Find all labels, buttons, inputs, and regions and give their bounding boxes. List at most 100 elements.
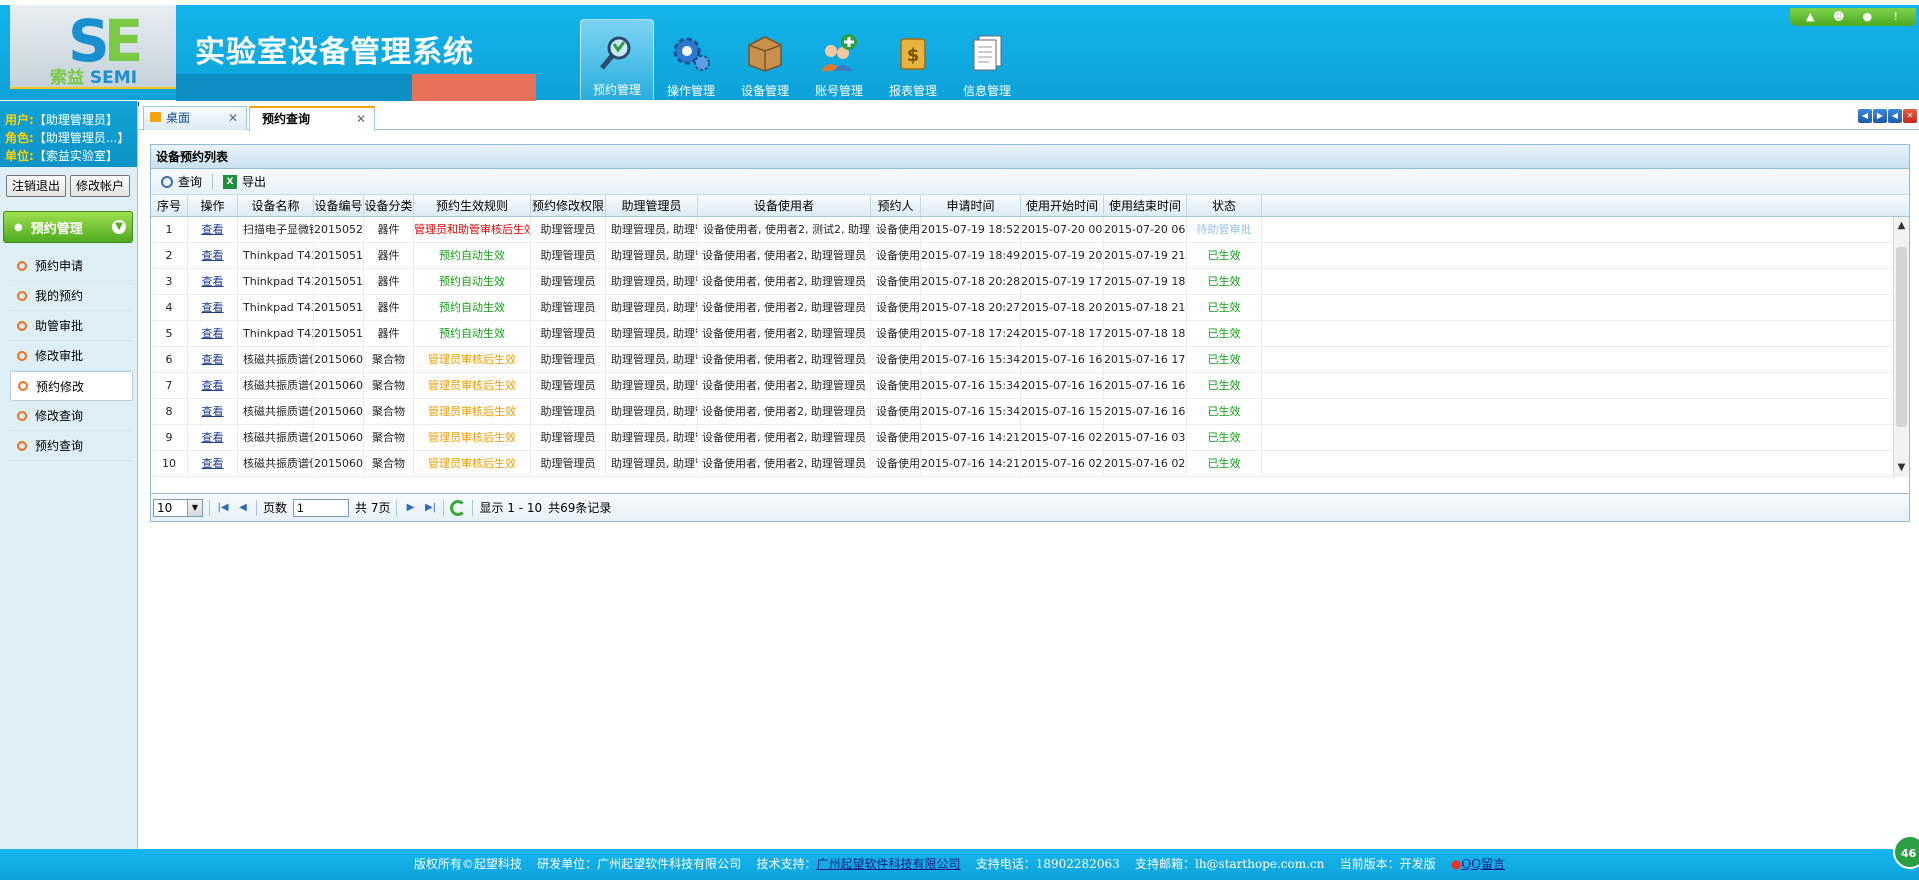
table-row[interactable]: 8 查看 核磁共振质谱仪20150606聚合物管理员审核后生效助理管理员助理管理员,…: [151, 399, 1909, 425]
nav-reservation-management[interactable]: 预约管理: [580, 19, 654, 103]
col-users-cell: 设备使用者, 使用者2, 助理管理员: [698, 451, 871, 476]
col-status-cell: 已生效: [1187, 399, 1262, 424]
edit-account-button[interactable]: 修改帐户: [70, 175, 131, 197]
col-operation-header[interactable]: 操作: [188, 195, 238, 216]
col-status-cell: 已生效: [1187, 321, 1262, 346]
view-link[interactable]: 查看: [202, 457, 224, 470]
col-assistant-header[interactable]: 助理管理员: [606, 195, 698, 216]
scroll-right-icon[interactable]: ▶: [1873, 109, 1887, 123]
view-link[interactable]: 查看: [202, 223, 224, 236]
tab-reservation-query[interactable]: 预约查询 ✕: [249, 106, 375, 131]
col-users-cell: 设备使用者, 使用者2, 助理管理员: [698, 295, 871, 320]
chevron-down-icon[interactable]: ▼: [112, 220, 126, 234]
col-rule-header[interactable]: 预约生效规则: [414, 195, 531, 216]
tab-first-icon[interactable]: ◀: [1888, 109, 1902, 123]
view-link[interactable]: 查看: [202, 275, 224, 288]
sidebar-item-modify-query[interactable]: 修改查询: [10, 401, 133, 431]
view-link[interactable]: 查看: [202, 353, 224, 366]
col-equipment-name-header[interactable]: 设备名称: [238, 195, 314, 216]
first-page-icon[interactable]: |◀: [216, 501, 230, 515]
col-permission-header[interactable]: 预约修改权限: [531, 195, 606, 216]
sidebar-item-assistant-approval[interactable]: 助管审批: [10, 311, 133, 341]
col-status-header[interactable]: 状态: [1187, 195, 1262, 216]
info-icon[interactable]: !: [1889, 11, 1903, 23]
sidebar-item-my-reservations[interactable]: 我的预约: [10, 281, 133, 311]
logo-semi: SEMI: [89, 68, 138, 88]
view-link[interactable]: 查看: [202, 249, 224, 262]
table-row[interactable]: 2 查看 Thinkpad T430u20150518器件预约自动生效助理管理员助理…: [151, 243, 1909, 269]
footer-qq-link[interactable]: QQ留言: [1461, 857, 1505, 871]
export-button[interactable]: X 导出: [219, 172, 270, 192]
col-equipment-name-cell: Thinkpad T430u: [238, 243, 314, 268]
col-operation-cell: 查看: [188, 373, 238, 398]
table-row[interactable]: 10 查看 核磁共振质谱仪20150606聚合物管理员审核后生效助理管理员助理管理员…: [151, 451, 1909, 477]
next-page-icon[interactable]: ▶: [403, 501, 417, 515]
footer-support-link[interactable]: 广州起望软件科技有限公司: [816, 857, 960, 871]
last-page-icon[interactable]: ▶|: [423, 501, 437, 515]
sidebar-item-reservation-modify[interactable]: 预约修改: [10, 371, 133, 401]
nav-report-management[interactable]: $ 报表管理: [876, 19, 950, 103]
col-category-cell: 聚合物: [364, 373, 414, 398]
table-row[interactable]: 1 查看 扫描电子显微镜20150525器件管理员和助管审核后生效助理管理员助理管理…: [151, 217, 1909, 243]
scroll-up-icon[interactable]: ▲: [1894, 217, 1909, 235]
col-applicant-cell: 设备使用者: [871, 321, 921, 346]
view-link[interactable]: 查看: [202, 301, 224, 314]
view-link[interactable]: 查看: [202, 431, 224, 444]
view-link[interactable]: 查看: [202, 379, 224, 392]
view-link[interactable]: 查看: [202, 327, 224, 340]
sidebar-item-modify-approval[interactable]: 修改审批: [10, 341, 133, 371]
tab-desktop[interactable]: 桌面 ✕: [143, 106, 247, 130]
qq-icon[interactable]: ●: [1860, 11, 1874, 23]
scroll-down-icon[interactable]: ▼: [1894, 459, 1909, 477]
shirt-icon[interactable]: ▲: [1803, 11, 1817, 23]
col-no-cell: 3: [151, 269, 188, 294]
prev-page-icon[interactable]: ◀: [236, 501, 250, 515]
view-link[interactable]: 查看: [202, 405, 224, 418]
floating-badge[interactable]: 46: [1893, 835, 1919, 869]
logout-button[interactable]: 注销退出: [6, 175, 67, 197]
sidebar-item-reservation-query[interactable]: 预约查询: [10, 431, 133, 461]
col-applicant-cell: 设备使用者: [871, 399, 921, 424]
table-row[interactable]: 3 查看 Thinkpad T430u20150518器件预约自动生效助理管理员助理…: [151, 269, 1909, 295]
col-apply-time-cell: 2015-07-19 18:52:10: [921, 217, 1021, 242]
table-row[interactable]: 9 查看 核磁共振质谱仪20150606聚合物管理员审核后生效助理管理员助理管理员,…: [151, 425, 1909, 451]
nav-info-management[interactable]: 信息管理: [950, 19, 1024, 103]
user-info: 用户:【助理管理员】 角色:【助理管理员...】 单位:【索益实验室】: [0, 101, 137, 167]
col-end-time-header[interactable]: 使用结束时间: [1104, 195, 1187, 216]
close-icon[interactable]: ✕: [228, 107, 238, 129]
scroll-thumb[interactable]: [1896, 247, 1907, 427]
sidebar-item-reservation-apply[interactable]: 预约申请: [10, 251, 133, 281]
nav-account-management[interactable]: 账号管理: [802, 19, 876, 103]
table-row[interactable]: 6 查看 核磁共振质谱仪20150606聚合物管理员审核后生效助理管理员助理管理员,…: [151, 347, 1909, 373]
col-equipment-code-header[interactable]: 设备编号: [314, 195, 364, 216]
query-button[interactable]: 查询: [157, 172, 206, 192]
table-row[interactable]: 5 查看 Thinkpad T430u20150518器件预约自动生效助理管理员助理…: [151, 321, 1909, 347]
col-users-header[interactable]: 设备使用者: [698, 195, 871, 216]
table-row[interactable]: 4 查看 Thinkpad T430u20150518器件预约自动生效助理管理员助理…: [151, 295, 1909, 321]
col-no-header[interactable]: 序号: [151, 195, 188, 216]
users-icon[interactable]: ☻: [1832, 11, 1846, 23]
col-start-time-header[interactable]: 使用开始时间: [1021, 195, 1104, 216]
col-apply-time-header[interactable]: 申请时间: [921, 195, 1021, 216]
vertical-scrollbar[interactable]: ▲ ▼: [1893, 217, 1909, 477]
col-equipment-name-cell: Thinkpad T430u: [238, 295, 314, 320]
menu-header[interactable]: ● 预约管理 ▼: [3, 211, 133, 243]
page-number-input[interactable]: [293, 498, 350, 517]
col-no-cell: 7: [151, 373, 188, 398]
close-icon[interactable]: ✕: [356, 108, 366, 130]
col-start-time-cell: 2015-07-16 02:00: [1021, 451, 1104, 476]
col-apply-time-cell: 2015-07-16 14:21:55: [921, 425, 1021, 450]
col-users-cell: 设备使用者, 使用者2, 助理管理员: [698, 321, 871, 346]
sidebar-item-label: 修改审批: [35, 349, 84, 363]
col-category-header[interactable]: 设备分类: [364, 195, 414, 216]
scroll-left-icon[interactable]: ◀: [1858, 109, 1872, 123]
close-all-icon[interactable]: ✕: [1903, 109, 1917, 123]
table-row[interactable]: 7 查看 核磁共振质谱仪20150606聚合物管理员审核后生效助理管理员助理管理员,…: [151, 373, 1909, 399]
nav-operation-management[interactable]: 操作管理: [654, 19, 728, 103]
nav-equipment-management[interactable]: 设备管理: [728, 19, 802, 103]
col-applicant-header[interactable]: 预约人: [871, 195, 921, 216]
col-equipment-name-cell: Thinkpad T430u: [238, 321, 314, 346]
refresh-icon[interactable]: [450, 499, 467, 516]
col-assistant-cell: 助理管理员, 助理管理员: [606, 451, 698, 476]
page-size-select[interactable]: 10 ▼: [153, 498, 203, 517]
